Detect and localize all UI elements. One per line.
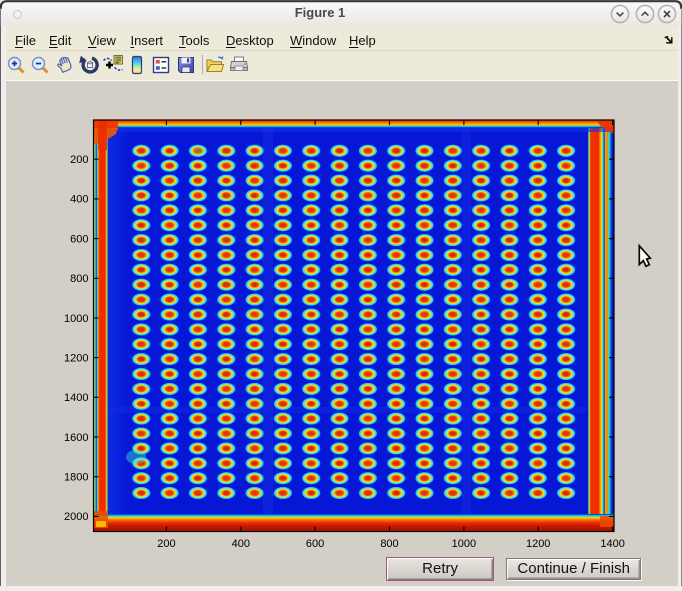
- svg-text:1400: 1400: [64, 392, 88, 404]
- svg-text:200: 200: [157, 538, 175, 550]
- svg-text:1200: 1200: [64, 352, 88, 364]
- svg-text:400: 400: [70, 194, 88, 206]
- svg-text:1400: 1400: [600, 538, 624, 550]
- svg-text:800: 800: [380, 538, 398, 550]
- svg-text:600: 600: [70, 233, 88, 245]
- svg-text:2000: 2000: [64, 511, 88, 523]
- svg-text:1000: 1000: [452, 538, 476, 550]
- svg-text:200: 200: [70, 154, 88, 166]
- svg-text:1600: 1600: [64, 432, 88, 444]
- svg-text:400: 400: [232, 538, 250, 550]
- svg-text:600: 600: [306, 538, 324, 550]
- svg-text:1200: 1200: [526, 538, 550, 550]
- svg-text:1000: 1000: [64, 313, 88, 325]
- svg-text:1800: 1800: [64, 472, 88, 484]
- svg-text:800: 800: [70, 273, 88, 285]
